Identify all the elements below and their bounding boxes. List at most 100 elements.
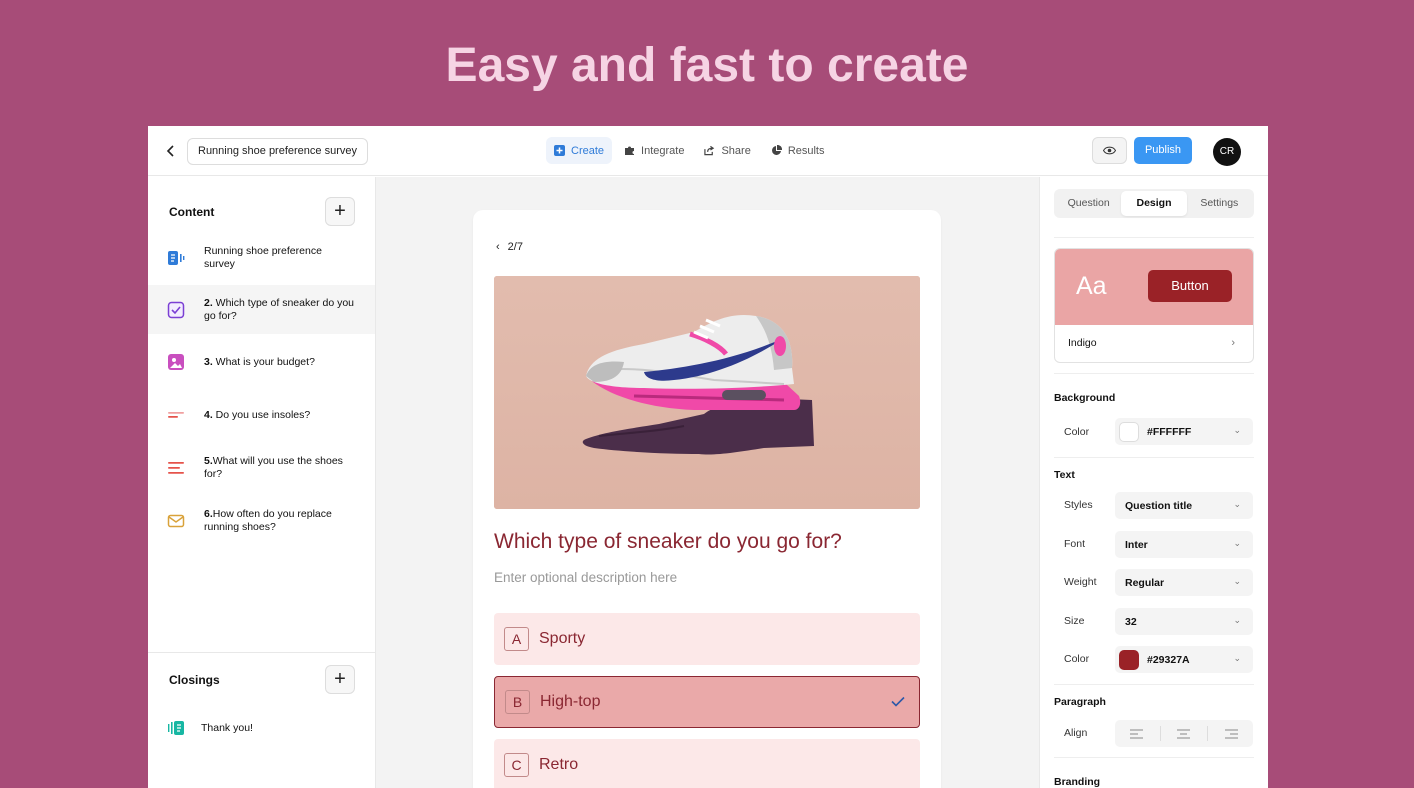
theme-sample-button: Button (1148, 270, 1232, 302)
content-item-3[interactable]: 3. What is your budget? (148, 343, 375, 381)
add-content-button[interactable]: + (325, 197, 355, 226)
paragraph-heading: Paragraph (1054, 696, 1106, 708)
tab-create[interactable]: Create (546, 137, 613, 164)
font-select[interactable]: Inter ⌄ (1115, 531, 1253, 558)
align-center-button[interactable] (1164, 720, 1204, 747)
tab-share[interactable]: Share (696, 137, 758, 164)
plus-square-icon (554, 145, 565, 156)
weight-label: Weight (1064, 576, 1097, 588)
avatar[interactable]: CR (1213, 138, 1241, 166)
styles-value: Question title (1125, 499, 1193, 512)
picture-choice-icon (168, 354, 184, 370)
question-canvas: ‹ 2/7 Which type of sneaker do you go fo… (376, 177, 1039, 788)
background-color-select[interactable]: #FFFFFF ⌄ (1115, 418, 1253, 445)
content-item-label: 4. Do you use insoles? (204, 408, 311, 421)
checkmark-icon (891, 694, 905, 710)
background-color-label: Color (1064, 426, 1090, 438)
theme-card[interactable]: Aa Button Indigo › (1054, 248, 1254, 363)
tab-results-label: Results (787, 144, 825, 157)
design-panel: Question Design Settings Aa Button Indig… (1039, 177, 1268, 788)
tab-create-label: Create (571, 144, 605, 157)
align-label: Align (1064, 727, 1088, 739)
welcome-screen-icon (168, 251, 185, 265)
chevron-down-icon: ⌄ (1233, 538, 1241, 548)
preview-button[interactable] (1092, 137, 1127, 164)
short-text-icon (168, 412, 184, 418)
size-select[interactable]: 32 ⌄ (1115, 608, 1253, 635)
divider (1054, 373, 1254, 374)
ending-screen-icon (168, 721, 184, 735)
align-left-button[interactable] (1117, 720, 1157, 747)
text-color-value: #29327A (1147, 653, 1190, 666)
theme-preview: Aa Button (1055, 249, 1253, 325)
chevron-left-icon (166, 145, 174, 157)
choice-c[interactable]: C Retro (494, 739, 920, 788)
styles-select[interactable]: Question title ⌄ (1115, 492, 1253, 519)
tab-settings[interactable]: Settings (1187, 191, 1252, 216)
chevron-down-icon: ⌄ (1233, 653, 1241, 663)
choice-letter: B (505, 690, 530, 714)
theme-name: Indigo (1068, 337, 1097, 349)
align-right-button[interactable] (1211, 720, 1251, 747)
chevron-down-icon: ⌄ (1233, 499, 1241, 509)
content-item-6[interactable]: 6.How often do you replace running shoes… (148, 500, 375, 542)
separator (1159, 726, 1161, 741)
background-heading: Background (1054, 392, 1116, 404)
content-item-2[interactable]: 2. Which type of sneaker do you go for? (148, 285, 375, 334)
text-heading: Text (1054, 469, 1075, 481)
content-item-4[interactable]: 4. Do you use insoles? (148, 396, 375, 434)
chevron-down-icon: ⌄ (1233, 615, 1241, 625)
content-item-label: 6.How often do you replace running shoes… (204, 508, 332, 533)
chevron-right-icon: › (1231, 337, 1235, 349)
question-card: ‹ 2/7 Which type of sneaker do you go fo… (473, 210, 941, 788)
size-value: 32 (1125, 615, 1137, 628)
tab-results[interactable]: Results (763, 137, 833, 164)
plus-icon: + (334, 668, 346, 690)
puzzle-icon (624, 145, 635, 156)
align-right-icon (1224, 729, 1238, 738)
share-icon (704, 145, 715, 156)
publish-button[interactable]: Publish (1134, 137, 1192, 164)
long-text-icon (168, 462, 184, 474)
question-description[interactable]: Enter optional description here (494, 570, 677, 585)
checkbox-icon (167, 301, 185, 318)
back-button[interactable] (164, 141, 182, 161)
page-headline: Easy and fast to create (445, 39, 969, 92)
theme-sample-text: Aa (1076, 272, 1107, 300)
panel-tabs: Question Design Settings (1054, 189, 1254, 218)
content-item-label: Running shoe preference survey (204, 245, 322, 270)
tab-design[interactable]: Design (1121, 191, 1187, 216)
tab-integrate-label: Integrate (641, 144, 685, 157)
app-window: Running shoe preference survey Create In… (148, 126, 1268, 788)
chevron-left-icon[interactable]: ‹ (496, 241, 500, 253)
closing-item-thank-you[interactable]: Thank you! (148, 709, 375, 747)
weight-value: Regular (1125, 576, 1165, 589)
choice-b[interactable]: B High-top (494, 676, 920, 728)
content-panel: Content + Running shoe preference survey… (148, 177, 376, 788)
align-left-icon (1130, 729, 1144, 738)
background-color-value: #FFFFFF (1147, 425, 1192, 438)
pager: ‹ 2/7 (496, 241, 523, 253)
choice-a[interactable]: A Sporty (494, 613, 920, 665)
choice-letter: C (504, 753, 529, 777)
choice-text: High-top (540, 693, 601, 710)
content-item-5[interactable]: 5.What will you use the shoes for? (148, 447, 375, 489)
tab-share-label: Share (721, 144, 751, 157)
chevron-down-icon: ⌄ (1233, 576, 1241, 586)
choice-text: Sporty (539, 630, 586, 647)
add-closing-button[interactable]: + (325, 665, 355, 694)
choice-letter: A (504, 627, 529, 651)
pie-chart-icon (771, 145, 782, 156)
survey-name-field[interactable]: Running shoe preference survey (187, 138, 368, 165)
tab-integrate[interactable]: Integrate (616, 137, 692, 164)
top-bar: Running shoe preference survey Create In… (148, 126, 1268, 176)
question-title[interactable]: Which type of sneaker do you go for? (494, 530, 842, 554)
weight-select[interactable]: Regular ⌄ (1115, 569, 1253, 596)
main-tabs: Create Integrate Share Results (546, 137, 833, 164)
font-value: Inter (1125, 538, 1148, 551)
divider (1054, 684, 1254, 685)
tab-question[interactable]: Question (1056, 191, 1121, 216)
text-color-select[interactable]: #29327A ⌄ (1115, 646, 1253, 673)
section-divider (148, 652, 375, 653)
content-item-welcome[interactable]: Running shoe preference survey (148, 237, 375, 279)
